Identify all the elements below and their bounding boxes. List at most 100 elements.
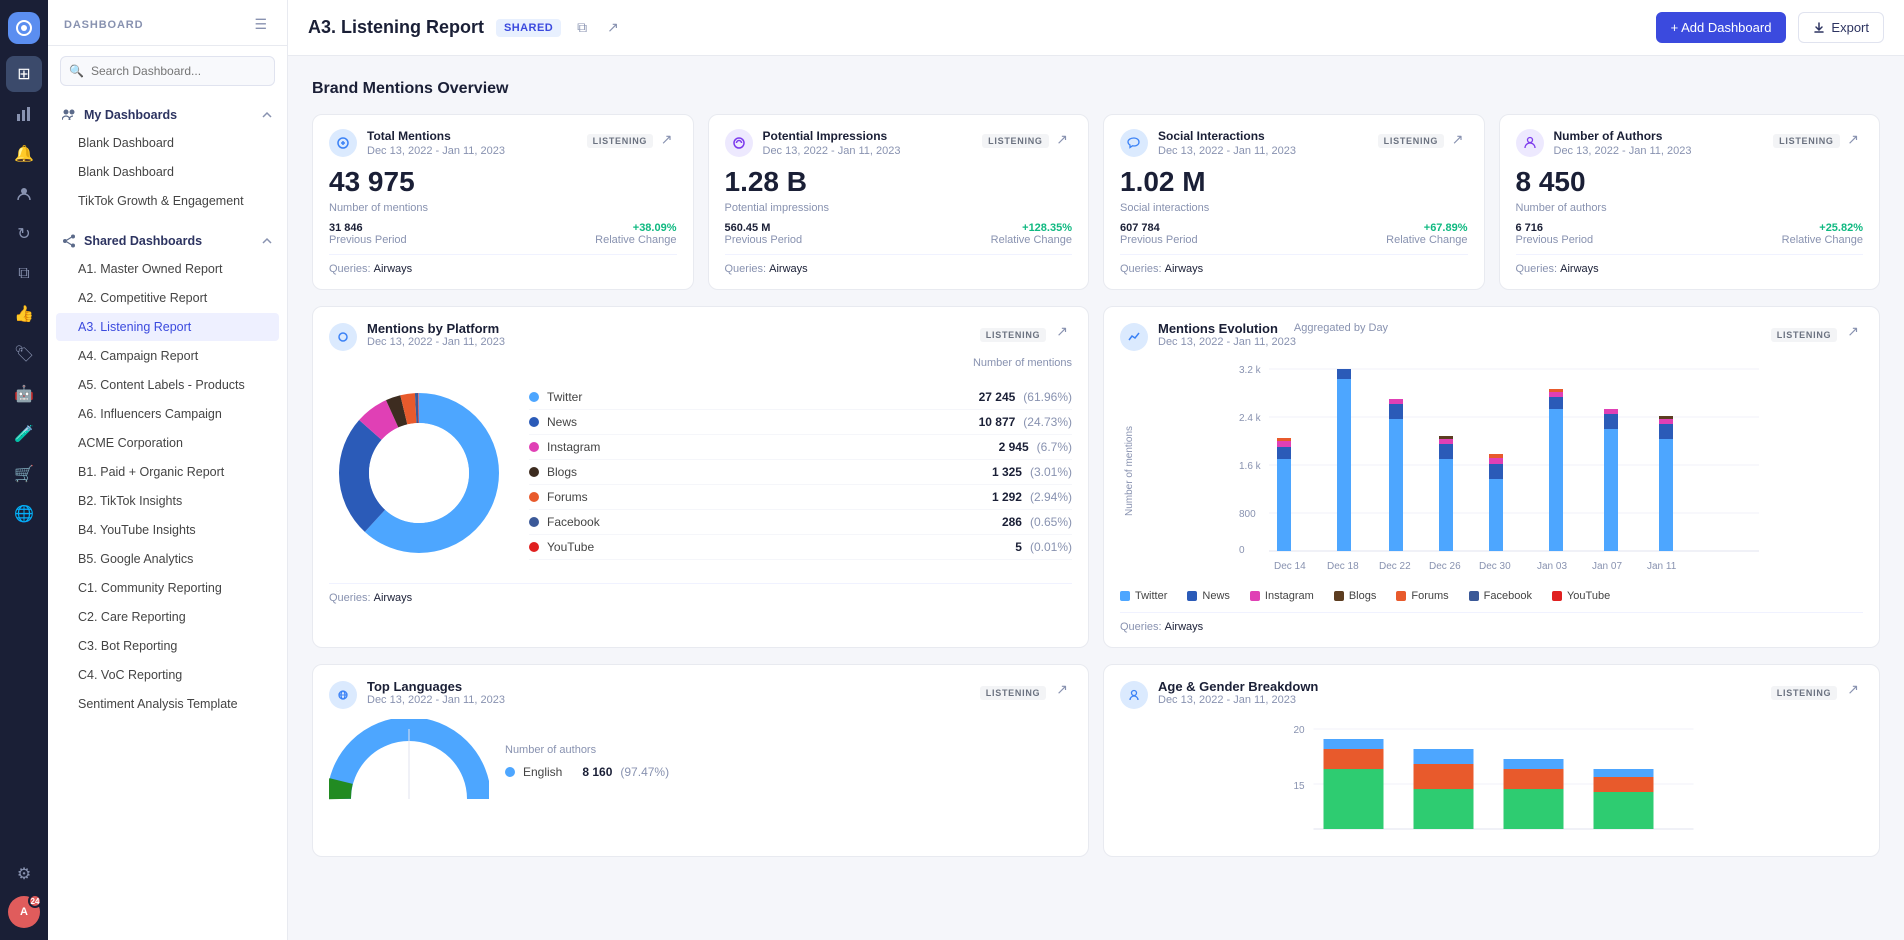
settings-icon[interactable]: ⚙ [6,856,42,892]
robot-icon[interactable]: 🤖 [6,376,42,412]
charts-row: Mentions by Platform Dec 13, 2022 - Jan … [312,306,1880,648]
export-button[interactable]: Export [1798,12,1884,43]
top-languages-export-btn[interactable]: ↗ [1052,679,1072,700]
sidebar-item-a1[interactable]: A1. Master Owned Report [56,255,279,283]
sidebar-item-b2[interactable]: B2. TikTok Insights [56,487,279,515]
shared-dashboards-section: Shared Dashboards A1. Master Owned Repor… [48,222,287,725]
social-interactions-change-label: Relative Change [1386,234,1467,246]
legend-news: News 10 877 (24.73%) [529,410,1072,435]
age-gender-badge: LISTENING [1771,686,1837,700]
sidebar-item-c1[interactable]: C1. Community Reporting [56,574,279,602]
donut-container: Twitter 27 245 (61.96%) News [329,373,1072,573]
mentions-platform-export-btn[interactable]: ↗ [1052,321,1072,342]
social-interactions-label: Social interactions [1120,202,1468,214]
blogs-dot [529,467,539,477]
num-authors-date: Dec 13, 2022 - Jan 11, 2023 [1554,145,1692,157]
sidebar-item-c4[interactable]: C4. VoC Reporting [56,661,279,689]
person-icon[interactable] [6,176,42,212]
open-external-button[interactable]: ↗ [603,17,623,38]
sidebar-item-a6[interactable]: A6. Influencers Campaign [56,400,279,428]
topbar-left: A3. Listening Report SHARED ⧉ ↗ [308,17,623,38]
sidebar-item-acme[interactable]: ACME Corporation [56,429,279,457]
sidebar-item-a4[interactable]: A4. Campaign Report [56,342,279,370]
my-dashboards-title: My Dashboards [62,108,177,122]
num-authors-card: Number of Authors Dec 13, 2022 - Jan 11,… [1499,114,1881,290]
age-gender-card: Age & Gender Breakdown Dec 13, 2022 - Ja… [1103,664,1880,857]
mentions-evolution-icon [1120,323,1148,351]
notification-badge: 24 [28,894,42,908]
my-dashboards-header[interactable]: My Dashboards [48,102,287,128]
twitter-dot [529,392,539,402]
add-dashboard-button[interactable]: + Add Dashboard [1656,12,1787,43]
mentions-evolution-card: Mentions Evolution Aggregated by Day Dec… [1103,306,1880,648]
potential-impressions-date: Dec 13, 2022 - Jan 11, 2023 [763,145,901,157]
facebook-dot [529,517,539,527]
svg-text:1.6 k: 1.6 k [1239,461,1262,472]
svg-text:15: 15 [1294,781,1306,792]
legend-forums: Forums 1 292 (2.94%) [529,485,1072,510]
sidebar-item-a3[interactable]: A3. Listening Report [56,313,279,341]
potential-impressions-export-btn[interactable]: ↗ [1052,129,1072,150]
bell-icon[interactable]: 🔔 [6,136,42,172]
svg-text:Jan 11: Jan 11 [1647,561,1677,572]
globe-icon[interactable]: 🌐 [6,496,42,532]
sidebar-item-b4[interactable]: B4. YouTube Insights [56,516,279,544]
collapse-sidebar-button[interactable]: ☰ [250,14,271,35]
bar-youtube-dot [1552,591,1562,601]
sidebar-item-c3[interactable]: C3. Bot Reporting [56,632,279,660]
svg-text:0: 0 [1239,545,1245,556]
sidebar-item-a5[interactable]: A5. Content Labels - Products [56,371,279,399]
social-interactions-title: Social Interactions [1158,129,1296,143]
sidebar-item-sentiment[interactable]: Sentiment Analysis Template [56,690,279,718]
refresh-icon[interactable]: ↻ [6,216,42,252]
mentions-platform-title: Mentions by Platform [367,321,505,336]
layers-icon[interactable]: ⧉ [6,256,42,292]
instagram-dot [529,442,539,452]
tag-icon[interactable]: 🏷 [6,336,42,372]
sidebar-item-blank2[interactable]: Blank Dashboard [56,158,279,186]
age-gender-export-btn[interactable]: ↗ [1843,679,1863,700]
sidebar-title: DASHBOARD [64,19,143,31]
sidebar-item-a2[interactable]: A2. Competitive Report [56,284,279,312]
analytics-icon[interactable] [6,96,42,132]
potential-impressions-title: Potential Impressions [763,129,901,143]
brand-logo[interactable] [8,12,40,44]
shared-dashboards-header[interactable]: Shared Dashboards [48,228,287,254]
sidebar-item-c2[interactable]: C2. Care Reporting [56,603,279,631]
metrics-row: Total Mentions Dec 13, 2022 - Jan 11, 20… [312,114,1880,290]
top-languages-date: Dec 13, 2022 - Jan 11, 2023 [367,694,505,706]
user-avatar[interactable]: A 24 [8,896,40,928]
svg-text:2.4 k: 2.4 k [1239,413,1262,424]
grid-icon[interactable]: ⊞ [6,56,42,92]
flask-icon[interactable]: 🧪 [6,416,42,452]
social-interactions-prev-val: 607 784 [1120,222,1198,234]
duplicate-button[interactable]: ⧉ [573,17,591,38]
sidebar-item-blank1[interactable]: Blank Dashboard [56,129,279,157]
sidebar-item-tiktok[interactable]: TikTok Growth & Engagement [56,187,279,215]
bar-legend-forums: Forums [1396,590,1448,602]
potential-impressions-query: Queries: Airways [725,254,1073,275]
potential-impressions-card: Potential Impressions Dec 13, 2022 - Jan… [708,114,1090,290]
search-input[interactable] [60,56,275,86]
total-mentions-value: 43 975 [329,167,677,198]
donut-legend: Twitter 27 245 (61.96%) News [529,385,1072,560]
num-authors-prev-label: Previous Period [1516,234,1594,246]
bar-chart: 3.2 k 2.4 k 1.6 k 800 0 [1135,359,1863,579]
svg-text:Dec 22: Dec 22 [1379,561,1411,572]
sidebar-item-b5[interactable]: B5. Google Analytics [56,545,279,573]
sidebar-item-b1[interactable]: B1. Paid + Organic Report [56,458,279,486]
cart-icon[interactable]: 🛒 [6,456,42,492]
bar-instagram-dot [1250,591,1260,601]
num-authors-export-btn[interactable]: ↗ [1843,129,1863,150]
thumbup-icon[interactable]: 👍 [6,296,42,332]
bar-legend: Twitter News Instagram Blogs [1120,590,1863,602]
mentions-platform-query: Queries: Airways [329,583,1072,604]
page-title: A3. Listening Report [308,17,484,38]
mentions-evolution-export-btn[interactable]: ↗ [1843,321,1863,342]
age-gender-chart: 20 15 [1124,719,1863,839]
svg-text:Jan 03: Jan 03 [1537,561,1567,572]
total-mentions-export-btn[interactable]: ↗ [657,129,677,150]
social-interactions-export-btn[interactable]: ↗ [1448,129,1468,150]
total-mentions-card: Total Mentions Dec 13, 2022 - Jan 11, 20… [312,114,694,290]
num-authors-label: Number of authors [1516,202,1864,214]
